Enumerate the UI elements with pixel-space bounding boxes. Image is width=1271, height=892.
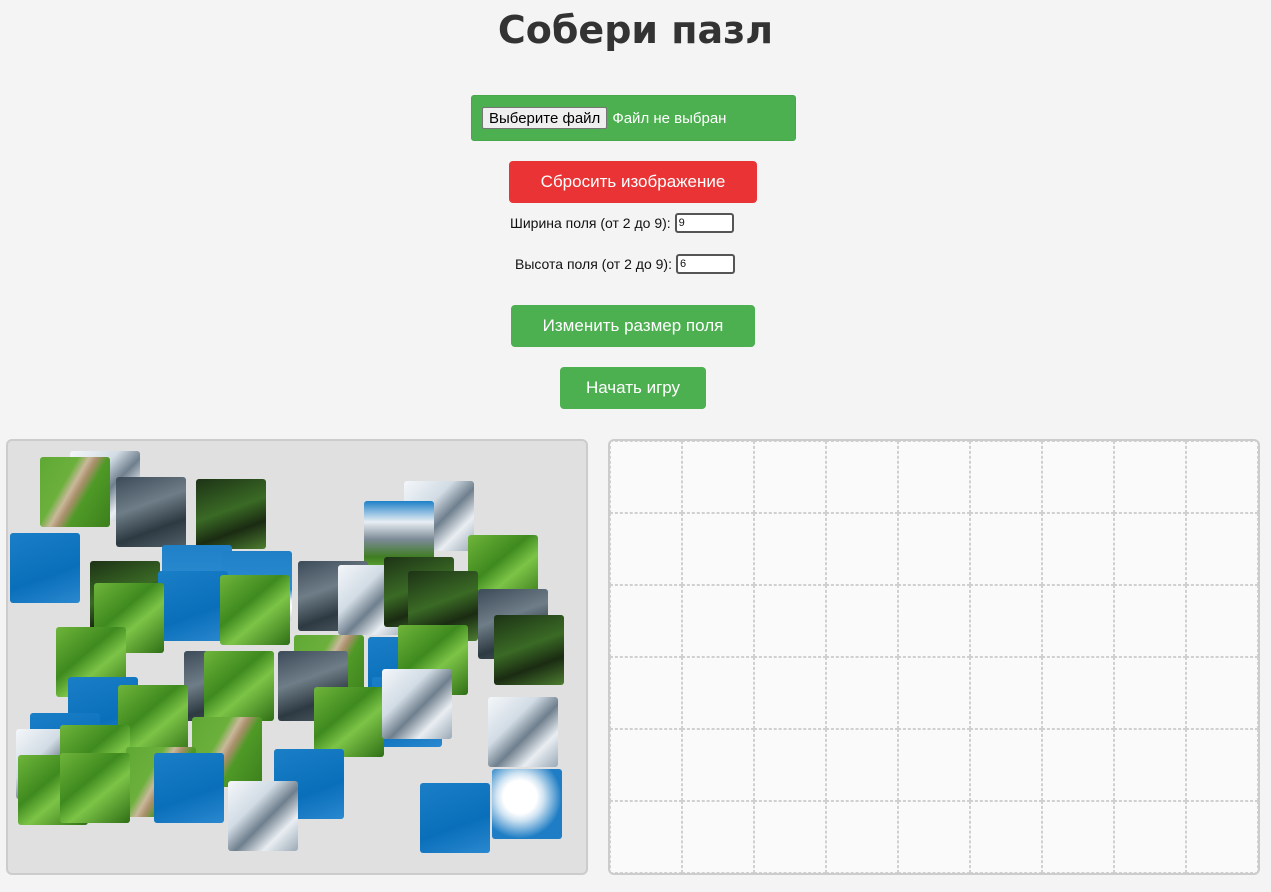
puzzle-piece[interactable]: [492, 769, 562, 839]
puzzle-piece[interactable]: [494, 615, 564, 685]
board-cell[interactable]: [1114, 801, 1186, 873]
board-cell[interactable]: [1042, 441, 1114, 513]
board-cell[interactable]: [898, 513, 970, 585]
board-cell[interactable]: [610, 585, 682, 657]
board-cell[interactable]: [970, 801, 1042, 873]
puzzle-piece[interactable]: [488, 697, 558, 767]
board-cell[interactable]: [1114, 441, 1186, 513]
board-cell[interactable]: [682, 513, 754, 585]
puzzle-piece[interactable]: [228, 781, 298, 851]
resize-board-button[interactable]: Изменить размер поля: [511, 305, 755, 347]
board-cell[interactable]: [1114, 585, 1186, 657]
board-cell[interactable]: [826, 729, 898, 801]
board-cell[interactable]: [970, 657, 1042, 729]
puzzle-piece[interactable]: [314, 687, 384, 757]
board-cell[interactable]: [1186, 513, 1258, 585]
board-cell[interactable]: [1186, 657, 1258, 729]
puzzle-piece[interactable]: [116, 477, 186, 547]
puzzle-piece[interactable]: [220, 575, 290, 645]
board-cell[interactable]: [1114, 513, 1186, 585]
puzzle-piece[interactable]: [420, 783, 490, 853]
board-cell[interactable]: [1186, 801, 1258, 873]
board-cell[interactable]: [1042, 729, 1114, 801]
choose-file-button[interactable]: Выберите файл: [482, 107, 608, 129]
height-field-row: Высота поля (от 2 до 9): 6: [515, 254, 735, 274]
file-status: Файл не выбран: [612, 109, 727, 127]
board-cell[interactable]: [898, 585, 970, 657]
board-cell[interactable]: [970, 585, 1042, 657]
board-cell[interactable]: [682, 729, 754, 801]
board-cell[interactable]: [610, 513, 682, 585]
board-cell[interactable]: [898, 729, 970, 801]
board-cell[interactable]: [1186, 441, 1258, 513]
start-game-button[interactable]: Начать игру: [560, 367, 706, 409]
board-cell[interactable]: [754, 657, 826, 729]
board-cell[interactable]: [826, 513, 898, 585]
board-cell[interactable]: [898, 441, 970, 513]
height-input[interactable]: 6: [675, 254, 735, 274]
board-cell[interactable]: [826, 441, 898, 513]
board-cell[interactable]: [754, 801, 826, 873]
board-cell[interactable]: [1114, 657, 1186, 729]
width-label: Ширина поля (от 2 до 9):: [510, 215, 671, 231]
board-cell[interactable]: [754, 513, 826, 585]
board-cell[interactable]: [754, 441, 826, 513]
file-input[interactable]: Выберите файл Файл не выбран: [471, 95, 796, 141]
puzzle-piece[interactable]: [154, 753, 224, 823]
puzzle-piece[interactable]: [10, 533, 80, 603]
board-cell[interactable]: [898, 801, 970, 873]
board-cell[interactable]: [682, 441, 754, 513]
board-cell[interactable]: [970, 729, 1042, 801]
board-cell[interactable]: [970, 441, 1042, 513]
puzzle-piece[interactable]: [158, 571, 228, 641]
board-cell[interactable]: [754, 729, 826, 801]
board-cell[interactable]: [610, 729, 682, 801]
board-cell[interactable]: [826, 585, 898, 657]
page-title: Собери пазл: [497, 8, 774, 52]
puzzle-board: [608, 439, 1260, 875]
board-cell[interactable]: [610, 441, 682, 513]
board-cell[interactable]: [898, 657, 970, 729]
puzzle-piece[interactable]: [382, 669, 452, 739]
board-cell[interactable]: [826, 801, 898, 873]
board-cell[interactable]: [610, 657, 682, 729]
board-cell[interactable]: [1042, 585, 1114, 657]
width-field-row: Ширина поля (от 2 до 9): 9: [510, 213, 734, 233]
board-cell[interactable]: [1186, 585, 1258, 657]
board-cell[interactable]: [1042, 801, 1114, 873]
puzzle-piece[interactable]: [40, 457, 110, 527]
board-cell[interactable]: [754, 585, 826, 657]
pieces-tray: [6, 439, 588, 875]
height-label: Высота поля (от 2 до 9):: [515, 256, 672, 272]
puzzle-piece[interactable]: [60, 753, 130, 823]
board-cell[interactable]: [826, 657, 898, 729]
board-cell[interactable]: [682, 801, 754, 873]
board-cell[interactable]: [610, 801, 682, 873]
board-cell[interactable]: [682, 657, 754, 729]
board-cell[interactable]: [682, 585, 754, 657]
board-cell[interactable]: [970, 513, 1042, 585]
board-cell[interactable]: [1114, 729, 1186, 801]
board-cell[interactable]: [1186, 729, 1258, 801]
puzzle-piece[interactable]: [204, 651, 274, 721]
width-input[interactable]: 9: [674, 213, 734, 233]
board-cell[interactable]: [1042, 513, 1114, 585]
board-cell[interactable]: [1042, 657, 1114, 729]
reset-image-button[interactable]: Сбросить изображение: [509, 161, 757, 203]
puzzle-piece[interactable]: [196, 479, 266, 549]
